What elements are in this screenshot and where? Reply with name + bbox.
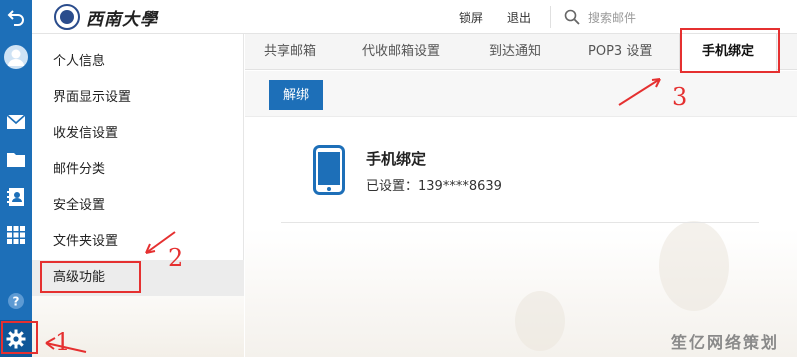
tab-arrival-notification[interactable]: 到达通知 bbox=[489, 34, 541, 70]
header-divider bbox=[550, 6, 551, 28]
help-icon[interactable]: ? bbox=[0, 284, 32, 318]
unbind-button[interactable]: 解绑 bbox=[269, 80, 323, 110]
annotation-box-settings bbox=[1, 321, 38, 354]
menu-item-personal-info[interactable]: 个人信息 bbox=[32, 44, 244, 80]
avatar-icon[interactable] bbox=[0, 38, 32, 76]
settings-menu: 个人信息 界面显示设置 收发信设置 邮件分类 安全设置 文件夹设置 高级功能 bbox=[32, 34, 244, 357]
back-icon[interactable] bbox=[0, 0, 32, 34]
panel-toolbar: 解绑 bbox=[245, 71, 797, 117]
annotation-number-3: 3 bbox=[672, 83, 688, 111]
watermark: 笙亿网络策划 bbox=[670, 333, 779, 352]
apps-icon[interactable] bbox=[0, 218, 32, 252]
annotation-number-2: 2 bbox=[168, 244, 184, 272]
phone-binding-panel: 解绑 手机绑定 已设置：139****8639 bbox=[245, 71, 797, 357]
annotation-number-1: 1 bbox=[55, 328, 71, 356]
seal-icon bbox=[54, 4, 80, 30]
lock-screen-link[interactable]: 锁屏 bbox=[459, 9, 483, 26]
search-icon bbox=[564, 9, 580, 25]
background-balloon bbox=[515, 291, 565, 351]
university-logo: 西南大學 bbox=[54, 4, 158, 30]
logout-link[interactable]: 退出 bbox=[507, 9, 531, 26]
phone-binding-title: 手机绑定 bbox=[366, 150, 427, 168]
menu-item-display-settings[interactable]: 界面显示设置 bbox=[32, 80, 244, 116]
contacts-icon[interactable] bbox=[0, 180, 32, 214]
phone-binding-status: 已设置：139****8639 bbox=[366, 179, 502, 194]
logo-text: 西南大學 bbox=[86, 9, 158, 30]
background-balloon bbox=[659, 221, 729, 311]
annotation-box-phone-binding bbox=[680, 28, 780, 73]
icon-rail: ? bbox=[0, 0, 32, 357]
menu-item-send-receive-settings[interactable]: 收发信设置 bbox=[32, 116, 244, 152]
mail-icon[interactable] bbox=[0, 105, 32, 139]
menu-item-mail-category[interactable]: 邮件分类 bbox=[32, 152, 244, 188]
svg-text:?: ? bbox=[13, 295, 20, 309]
search-box[interactable]: 搜索邮件 bbox=[564, 6, 794, 28]
annotation-box-advanced bbox=[40, 261, 141, 293]
menu-item-folder-settings[interactable]: 文件夹设置 bbox=[32, 224, 244, 260]
folder-icon[interactable] bbox=[0, 142, 32, 176]
search-input[interactable]: 搜索邮件 bbox=[588, 9, 636, 26]
tab-pop3-settings[interactable]: POP3 设置 bbox=[588, 34, 652, 70]
content-divider bbox=[281, 222, 759, 223]
tab-fetch-mailbox-settings[interactable]: 代收邮箱设置 bbox=[362, 34, 440, 70]
mobile-phone-icon bbox=[313, 145, 345, 195]
menu-item-security-settings[interactable]: 安全设置 bbox=[32, 188, 244, 224]
tab-shared-mailbox[interactable]: 共享邮箱 bbox=[264, 34, 316, 70]
